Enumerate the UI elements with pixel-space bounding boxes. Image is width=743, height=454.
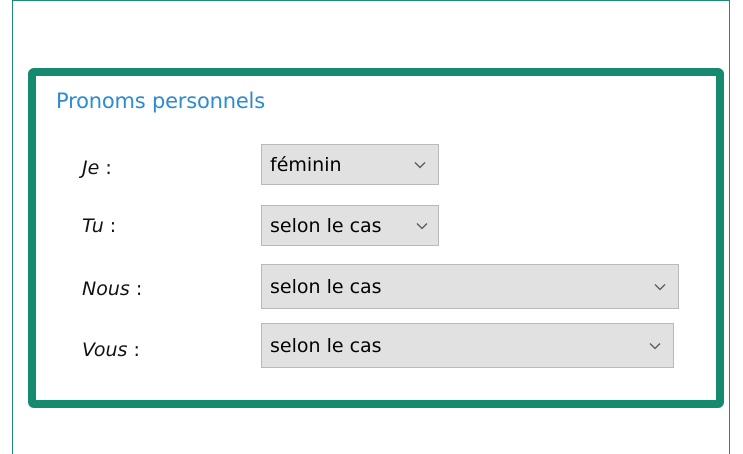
label-colon: : [129,278,143,300]
pronoun-je: Je [82,157,100,179]
select-tu[interactable]: selon le cas [261,205,439,246]
chevron-down-icon [414,161,426,168]
select-je[interactable]: féminin [261,144,439,185]
label-colon: : [127,339,140,361]
chevron-down-icon [649,342,661,349]
label-colon: : [103,215,117,237]
select-tu-value: selon le cas [270,214,382,237]
label-tu: Tu : [82,215,116,237]
select-vous-value: selon le cas [270,334,382,357]
section-title: Pronoms personnels [56,89,265,113]
select-nous[interactable]: selon le cas [261,264,679,309]
label-nous: Nous : [82,278,142,300]
label-colon: : [99,157,112,179]
chevron-down-icon [416,222,428,229]
label-vous: Vous : [82,339,140,361]
pronoun-vous: Vous [82,339,128,361]
pronoun-tu: Tu [82,215,104,237]
select-nous-value: selon le cas [270,275,382,298]
label-je: Je : [82,157,112,179]
select-je-value: féminin [270,153,342,176]
select-vous[interactable]: selon le cas [261,323,674,368]
pronoun-nous: Nous [82,278,130,300]
chevron-down-icon [654,283,666,290]
